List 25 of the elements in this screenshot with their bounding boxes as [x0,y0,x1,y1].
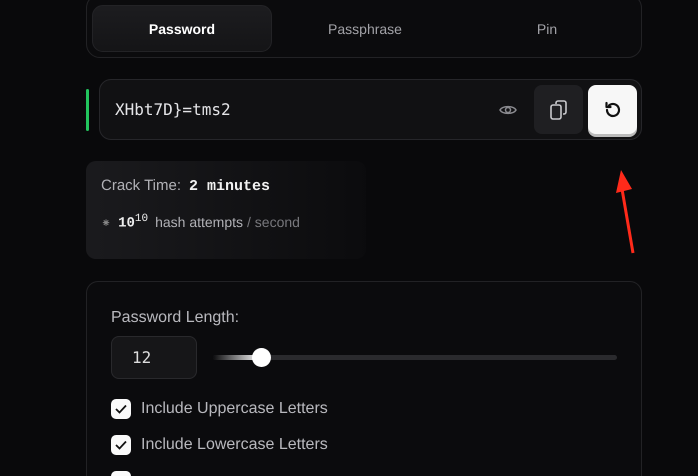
password-text: XHbt7D}=tms2 [115,100,232,119]
tab[interactable]: Password [92,5,272,52]
length-slider[interactable] [213,348,617,367]
tab[interactable]: Pin [458,5,636,52]
rate-unit: hash attempts [155,214,244,230]
length-label: Password Length: [111,309,240,327]
check-icon [115,404,127,414]
length-input[interactable]: 12 [111,336,197,379]
slider-thumb[interactable] [252,348,272,367]
checkbox[interactable] [111,435,131,455]
crack-time-label: Crack Time: [101,177,182,194]
tab[interactable]: Passphrase [276,5,454,52]
hash-rate: 10$^{10}$ [118,213,148,232]
checkbox-label: Include Lowercase Letters [141,436,328,454]
check-icon [115,440,127,450]
password-field[interactable]: XHbt7D}=tms2 [99,79,642,140]
regenerate-button[interactable] [588,85,637,134]
checkbox-label: Include Uppercase Letters [141,400,328,418]
checkbox[interactable] [111,399,131,419]
rate-per: / second [247,214,300,230]
refresh-icon [602,100,622,120]
copy-icon [550,100,568,120]
copy-button[interactable] [534,85,583,134]
crack-time-value: 2 minutes [189,178,270,195]
asterisk-symbol: ⁕ [101,216,112,230]
